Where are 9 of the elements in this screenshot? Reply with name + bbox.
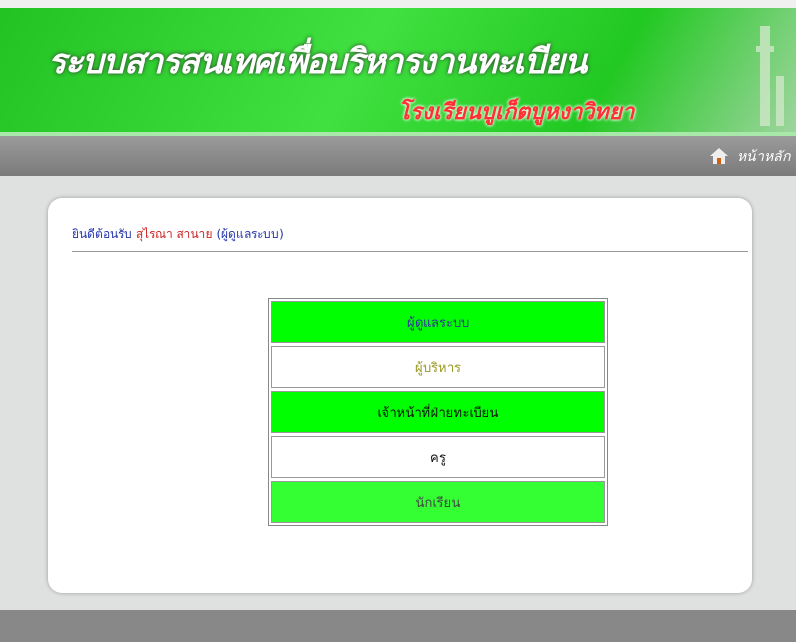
site-title: ระบบสารสนเทศเพื่อบริหารงานทะเบียน [48, 34, 796, 88]
school-name: โรงเรียนบูเก็ตบูหงาวิทยา [398, 97, 634, 128]
role-link[interactable]: เจ้าหน้าที่ฝ่ายทะเบียน [271, 391, 605, 433]
role-link[interactable]: นักเรียน [271, 481, 605, 523]
welcome-text: ยินดีต้อนรับ สุไรณา สานาย (ผู้ดูแลระบบ) [72, 224, 748, 252]
home-link[interactable]: หน้าหลัก [737, 145, 790, 167]
role-link[interactable]: ครู [271, 436, 605, 478]
home-icon [709, 147, 729, 165]
role-link[interactable]: ผู้ดูแลระบบ [271, 301, 605, 343]
